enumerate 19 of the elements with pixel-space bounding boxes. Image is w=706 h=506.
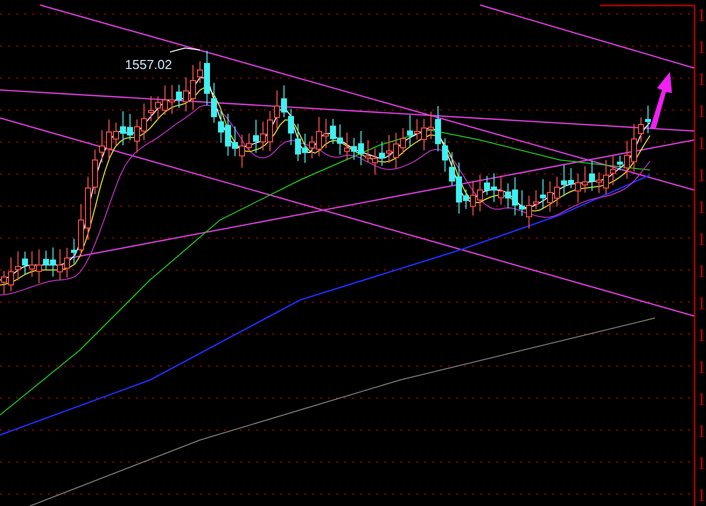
price-axis-label: 1	[697, 325, 706, 345]
peak-price-label: 1557.02	[125, 57, 172, 72]
price-axis-label: 1	[697, 357, 706, 377]
arrow-icon	[650, 72, 672, 128]
price-axis-label: 1	[697, 229, 706, 249]
price-axis-label: 1	[697, 37, 706, 57]
peak-marker-line	[170, 48, 200, 52]
price-axis-label: 1	[697, 421, 706, 441]
price-axis-label: 1	[697, 389, 706, 409]
price-axis-label: 1	[697, 485, 706, 505]
price-axis-label: 1	[697, 101, 706, 121]
price-axis-label: 1	[697, 453, 706, 473]
price-axis-label: 1	[697, 69, 706, 89]
price-axis-label: 1	[697, 261, 706, 281]
price-axis-label: 1	[697, 293, 706, 313]
price-axis-label: 1	[697, 5, 706, 25]
price-axis-label: 1	[697, 197, 706, 217]
price-axis-label: 1	[697, 165, 706, 185]
price-axis-label: 1	[697, 133, 706, 153]
